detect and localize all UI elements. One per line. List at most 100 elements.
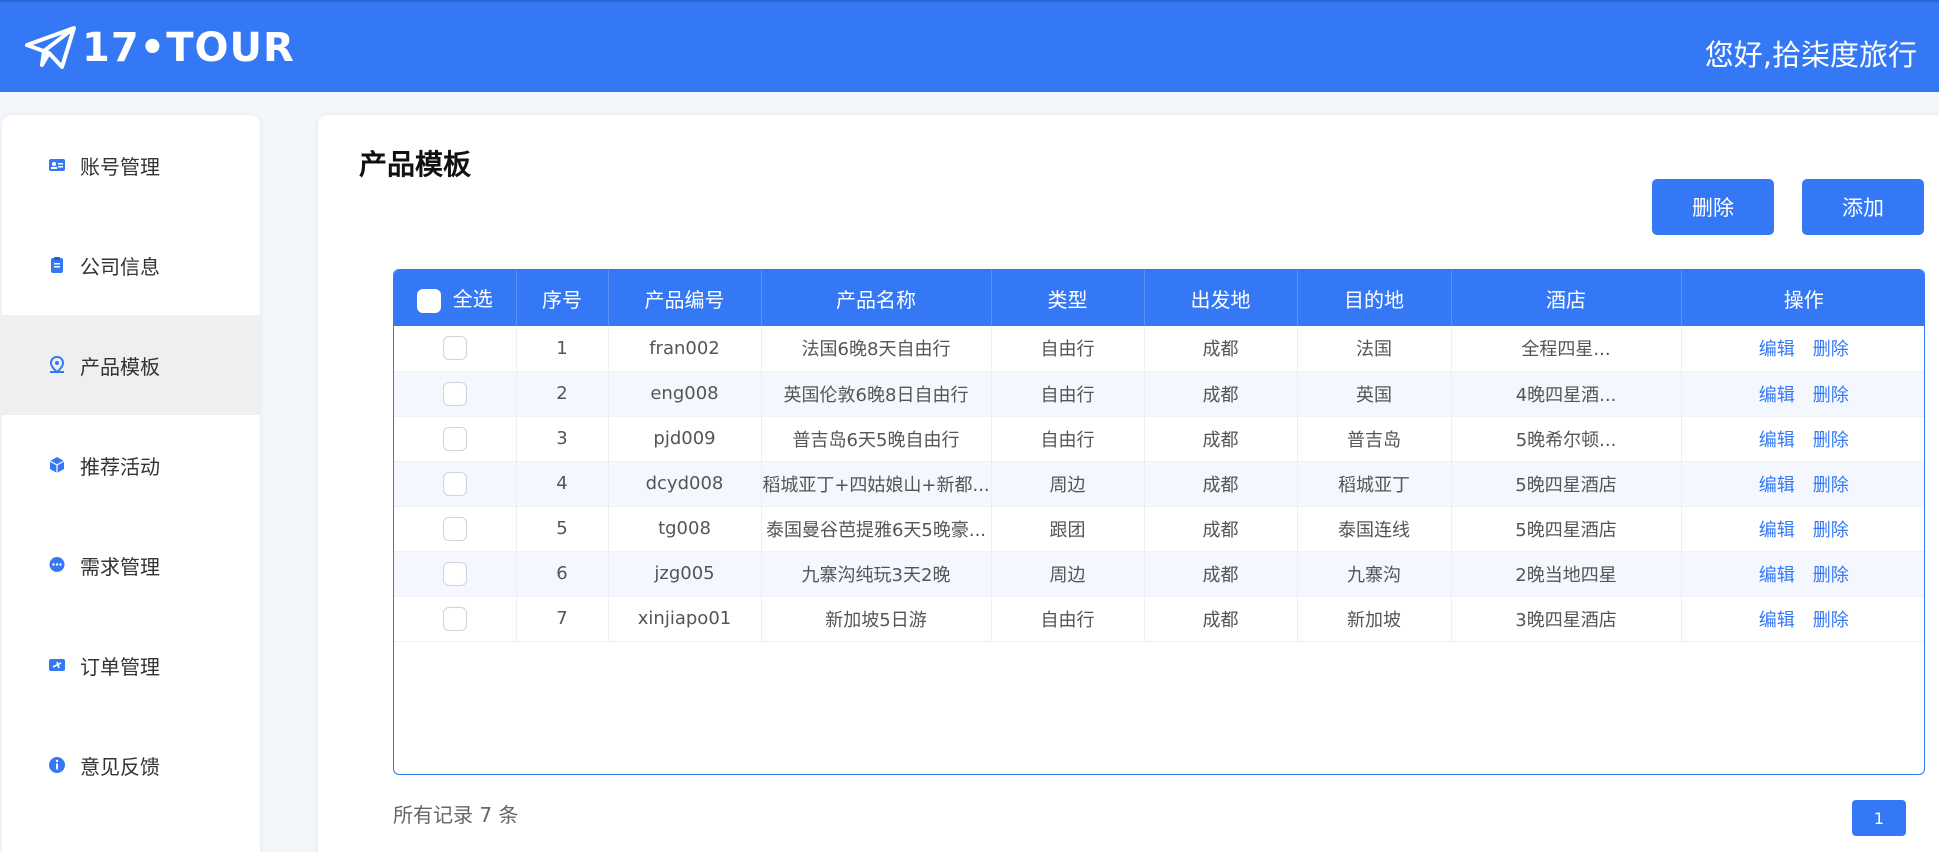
hotel: 5晚四星酒店 bbox=[1451, 461, 1682, 507]
paper-plane-icon bbox=[25, 26, 76, 69]
row-actions: 编辑 删除 bbox=[1681, 461, 1924, 507]
record-count: 所有记录 7 条 bbox=[393, 803, 519, 827]
product-type: 自由行 bbox=[991, 416, 1145, 462]
destination: 泰国连线 bbox=[1297, 506, 1452, 552]
delete-link[interactable]: 删除 bbox=[1813, 610, 1849, 631]
sidebar-item-label: 需求管理 bbox=[80, 554, 160, 579]
edit-link[interactable]: 编辑 bbox=[1759, 385, 1795, 406]
sidebar-item-account[interactable]: 账号管理 bbox=[2, 115, 260, 215]
row-select-cell bbox=[394, 596, 517, 642]
sidebar-item-feedback[interactable]: 意见反馈 bbox=[2, 715, 260, 815]
departure: 成都 bbox=[1144, 461, 1298, 507]
user-greeting[interactable]: 您好,拾柒度旅行 bbox=[1705, 32, 1917, 74]
product-type: 自由行 bbox=[991, 371, 1145, 417]
destination: 九寨沟 bbox=[1297, 551, 1452, 597]
column-header: 类型 bbox=[991, 270, 1145, 326]
page-title: 产品模板 bbox=[359, 148, 472, 181]
sidebar-item-orders[interactable]: 订单管理 bbox=[2, 615, 260, 715]
table-row: 2 eng008 英国伦敦6晚8日自由行 自由行 成都 英国 4晚四星酒... … bbox=[394, 371, 1924, 417]
row-select-cell bbox=[394, 416, 517, 462]
departure: 成都 bbox=[1144, 416, 1298, 462]
table-row: 1 fran002 法国6晚8天自由行 自由行 成都 法国 全程四星... 编辑… bbox=[394, 326, 1924, 372]
row-actions: 编辑 删除 bbox=[1681, 416, 1924, 462]
row-select-cell bbox=[394, 506, 517, 552]
delete-button[interactable]: 删除 bbox=[1652, 179, 1774, 235]
row-select-cell bbox=[394, 326, 517, 372]
edit-link[interactable]: 编辑 bbox=[1759, 610, 1795, 631]
departure: 成都 bbox=[1144, 506, 1298, 552]
product-code: pjd009 bbox=[608, 416, 762, 462]
departure: 成都 bbox=[1144, 596, 1298, 642]
column-header: 出发地 bbox=[1144, 270, 1298, 326]
table-row: 7 xinjiapo01 新加坡5日游 自由行 成都 新加坡 3晚四星酒店 编辑… bbox=[394, 596, 1924, 642]
delete-link[interactable]: 删除 bbox=[1813, 520, 1849, 541]
sidebar-item-company[interactable]: 公司信息 bbox=[2, 215, 260, 315]
edit-link[interactable]: 编辑 bbox=[1759, 430, 1795, 451]
product-name: 普吉岛6天5晚自由行 bbox=[761, 416, 992, 462]
delete-link[interactable]: 删除 bbox=[1813, 565, 1849, 586]
row-actions: 编辑 删除 bbox=[1681, 326, 1924, 372]
row-number: 3 bbox=[516, 416, 609, 462]
column-header: 全选 bbox=[452, 287, 493, 312]
destination: 新加坡 bbox=[1297, 596, 1452, 642]
sidebar-item-label: 公司信息 bbox=[80, 254, 160, 279]
product-type: 周边 bbox=[991, 461, 1145, 507]
delete-link[interactable]: 删除 bbox=[1813, 475, 1849, 496]
product-type: 周边 bbox=[991, 551, 1145, 597]
departure: 成都 bbox=[1144, 371, 1298, 417]
departure: 成都 bbox=[1144, 326, 1298, 372]
delete-link[interactable]: 删除 bbox=[1813, 430, 1849, 451]
table-header-row: 全选 序号 产品编号 产品名称 类型 出发地 目的地 酒店 操作 bbox=[394, 270, 1924, 326]
sidebar: 账号管理 公司信息 产品模板 推荐活动 需求管理 订单管理 意见反馈 bbox=[2, 115, 260, 852]
row-select-cell bbox=[394, 371, 517, 417]
column-header: 操作 bbox=[1783, 287, 1824, 312]
edit-link[interactable]: 编辑 bbox=[1759, 565, 1795, 586]
select-all-checkbox[interactable] bbox=[416, 288, 441, 313]
hotel: 3晚四星酒店 bbox=[1451, 596, 1682, 642]
select-all-header[interactable]: 全选 bbox=[394, 270, 517, 326]
product-name: 英国伦敦6晚8日自由行 bbox=[761, 371, 992, 417]
delete-link[interactable]: 删除 bbox=[1813, 385, 1849, 406]
delete-link[interactable]: 删除 bbox=[1813, 339, 1849, 360]
row-number: 6 bbox=[516, 551, 609, 597]
departure: 成都 bbox=[1144, 551, 1298, 597]
product-name: 泰国曼谷芭提雅6天5晚豪... bbox=[761, 506, 992, 552]
row-checkbox[interactable] bbox=[442, 516, 467, 541]
sidebar-item-product-template[interactable]: 产品模板 bbox=[2, 315, 260, 415]
row-number: 1 bbox=[516, 326, 609, 372]
logo[interactable]: 17•TOUR bbox=[24, 25, 295, 71]
column-header: 序号 bbox=[516, 270, 609, 326]
sidebar-item-label: 产品模板 bbox=[80, 354, 160, 379]
hotel: 5晚四星酒店 bbox=[1451, 506, 1682, 552]
column-header: 酒店 bbox=[1451, 270, 1682, 326]
edit-link[interactable]: 编辑 bbox=[1759, 339, 1795, 360]
row-checkbox[interactable] bbox=[442, 381, 467, 406]
row-checkbox[interactable] bbox=[442, 606, 467, 631]
column-header: 产品名称 bbox=[761, 270, 992, 326]
row-checkbox[interactable] bbox=[442, 426, 467, 451]
row-actions: 编辑 删除 bbox=[1681, 596, 1924, 642]
sidebar-item-activities[interactable]: 推荐活动 bbox=[2, 415, 260, 515]
product-type: 自由行 bbox=[991, 596, 1145, 642]
row-number: 5 bbox=[516, 506, 609, 552]
destination: 法国 bbox=[1297, 326, 1452, 372]
row-checkbox[interactable] bbox=[442, 471, 467, 496]
pagination-page-button[interactable]: 1 bbox=[1852, 800, 1906, 836]
product-type: 自由行 bbox=[991, 326, 1145, 372]
edit-link[interactable]: 编辑 bbox=[1759, 475, 1795, 496]
destination: 稻城亚丁 bbox=[1297, 461, 1452, 507]
table-row: 5 tg008 泰国曼谷芭提雅6天5晚豪... 跟团 成都 泰国连线 5晚四星酒… bbox=[394, 506, 1924, 552]
sidebar-item-label: 推荐活动 bbox=[80, 454, 160, 479]
add-button[interactable]: 添加 bbox=[1802, 179, 1924, 235]
sidebar-item-requirements[interactable]: 需求管理 bbox=[2, 515, 260, 615]
row-select-cell bbox=[394, 551, 517, 597]
row-checkbox[interactable] bbox=[442, 336, 467, 361]
top-header: 17•TOUR 您好,拾柒度旅行 bbox=[0, 0, 1939, 92]
product-code: fran002 bbox=[608, 326, 762, 372]
product-code: xinjiapo01 bbox=[608, 596, 762, 642]
product-name: 新加坡5日游 bbox=[761, 596, 992, 642]
info-icon bbox=[48, 756, 66, 774]
edit-link[interactable]: 编辑 bbox=[1759, 520, 1795, 541]
row-checkbox[interactable] bbox=[442, 561, 467, 586]
product-code: jzg005 bbox=[608, 551, 762, 597]
